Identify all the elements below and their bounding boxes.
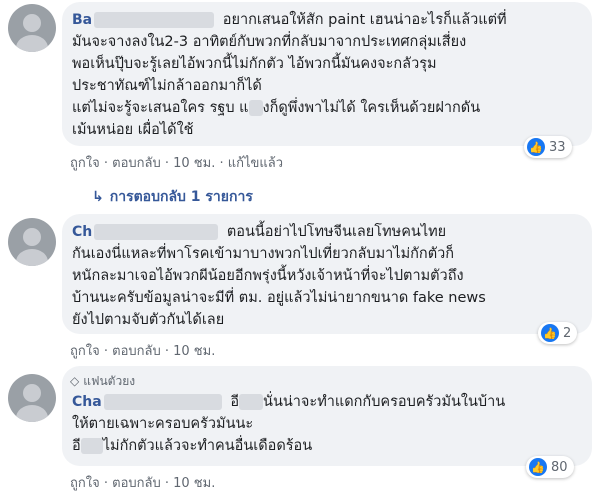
author-name[interactable]: Cha xyxy=(72,394,102,410)
comment-text-line: อยากเสนอให้สัก paint เฮนน่าอะไรก็แล้วแต่… xyxy=(222,12,507,28)
redacted-name xyxy=(103,394,222,410)
reply-link[interactable]: ตอบกลับ xyxy=(112,344,161,359)
comment-text-fragment: แต่ไม่จะรู้จะเสนอใคร รฐบ แ xyxy=(72,100,249,116)
like-icon: 👍 xyxy=(527,138,545,156)
comment-text-line: ยังไปตามจับตัวกันได้เลย xyxy=(72,312,225,328)
author-name[interactable]: Ch xyxy=(72,224,92,240)
avatar-body xyxy=(16,249,48,266)
comment-first-line: Ch ตอนนี้อย่าไปโทษจีนเลยโทษคนไทย xyxy=(72,222,446,242)
comment-text-line: หนักละมาเจอไอ้พวกผีน้อยอีกพรุ่งนี้หวังเจ… xyxy=(72,268,464,284)
comment-text-line: ประชาทัณฑ์ไม่กล้าออกมาก็ได้ xyxy=(72,78,262,94)
like-link[interactable]: ถูกใจ xyxy=(70,344,100,359)
reaction-count: 80 xyxy=(551,459,568,475)
badge-icon: ◇ xyxy=(70,374,80,388)
avatar-head xyxy=(23,228,41,246)
commenter-avatar[interactable] xyxy=(8,374,56,422)
reply-link[interactable]: ตอบกลับ xyxy=(112,476,161,491)
comment-text-line: เม้นหน่อย เผื่อได้ใช้ xyxy=(72,122,194,138)
comment-text-fragment: ไม่กักตัวแล้วจะทำคนอื่นเดือดร้อน xyxy=(102,438,313,454)
avatar-head xyxy=(23,14,41,32)
comment-text-line: บ้านนะครับข้อมูลน่าจะมีที่ ตม. อยู่แล้วไ… xyxy=(72,290,486,306)
comment-text-line: กันเองนี่แหละที่พาโรคเข้ามาบางพวกไปเที่ย… xyxy=(72,246,455,262)
redacted-word xyxy=(80,438,103,454)
comment-actions: ถูกใจ · ตอบกลับ · 10 ชม. xyxy=(70,476,216,491)
reaction-summary[interactable]: 👍 33 xyxy=(524,136,572,158)
timestamp[interactable]: 10 ชม. xyxy=(173,344,215,359)
avatar-head xyxy=(23,384,41,402)
comment-text-fragment: งก็ดูพึ่งพาไม่ได้ ใครเห็นด้วยฝากดัน xyxy=(262,100,481,116)
reply-arrow-icon: ↳ xyxy=(92,189,104,205)
comment-text-line: อี ไม่กักตัวแล้วจะทำคนอื่นเดือดร้อน xyxy=(72,436,312,456)
top-fan-badge: ◇ แฟนตัวยง xyxy=(70,372,135,391)
replies-count-label: การตอบกลับ 1 รายการ xyxy=(109,189,253,205)
reaction-summary[interactable]: 👍 2 xyxy=(538,322,578,344)
timestamp[interactable]: 10 ชม. xyxy=(173,156,215,171)
comment-text-fragment: อี xyxy=(230,394,240,410)
redacted-word xyxy=(239,394,264,410)
reaction-count: 33 xyxy=(549,139,566,155)
comment-text-line: แต่ไม่จะรู้จะเสนอใคร รฐบ แ งก็ดูพึ่งพาไม่… xyxy=(72,98,480,118)
commenter-avatar[interactable] xyxy=(8,4,56,52)
comment-first-line: Cha อี นั่นน่าจะทำแดกกับครอบครัวมันในบ้าน xyxy=(72,392,505,412)
timestamp[interactable]: 10 ชม. xyxy=(173,476,215,491)
comment-text-line: พอเห็นปุ๊บจะรู้เลยไอ้พวกนี้ไม่กักตัว ไอ้… xyxy=(72,56,437,72)
like-icon: 👍 xyxy=(541,324,559,342)
edited-label[interactable]: แก้ไขแล้ว xyxy=(228,156,283,171)
redacted-word xyxy=(248,100,263,116)
like-icon: 👍 xyxy=(529,458,547,476)
comment-text-line: มันจะจางลงใน2-3 อาทิตย์กับพวกที่กลับมาจา… xyxy=(72,34,467,50)
comment-first-line: Ba อยากเสนอให้สัก paint เฮนน่าอะไรก็แล้ว… xyxy=(72,10,507,30)
reaction-count: 2 xyxy=(563,325,572,341)
reply-link[interactable]: ตอบกลับ xyxy=(112,156,161,171)
comment-text-line: ตอนนี้อย่าไปโทษจีนเลยโทษคนไทย xyxy=(226,224,447,240)
comment-actions: ถูกใจ · ตอบกลับ · 10 ชม. · แก้ไขแล้ว xyxy=(70,156,284,171)
view-replies-link[interactable]: ↳ การตอบกลับ 1 รายการ xyxy=(92,186,253,208)
like-link[interactable]: ถูกใจ xyxy=(70,476,100,491)
comment-text-line: ให้ตายเฉพาะครอบครัวมันนะ xyxy=(72,416,254,432)
comment-text-fragment: อี xyxy=(72,438,81,454)
avatar-body xyxy=(16,405,48,422)
badge-label: แฟนตัวยง xyxy=(83,374,136,388)
author-name[interactable]: Ba xyxy=(72,12,92,28)
avatar-body xyxy=(16,35,48,52)
comment-text-fragment: นั่นน่าจะทำแดกกับครอบครัวมันในบ้าน xyxy=(263,394,506,410)
like-link[interactable]: ถูกใจ xyxy=(70,156,100,171)
commenter-avatar[interactable] xyxy=(8,218,56,266)
reaction-summary[interactable]: 👍 80 xyxy=(526,456,574,478)
redacted-name xyxy=(94,12,215,28)
redacted-name xyxy=(94,224,219,240)
comment-actions: ถูกใจ · ตอบกลับ · 10 ชม. xyxy=(70,344,216,359)
